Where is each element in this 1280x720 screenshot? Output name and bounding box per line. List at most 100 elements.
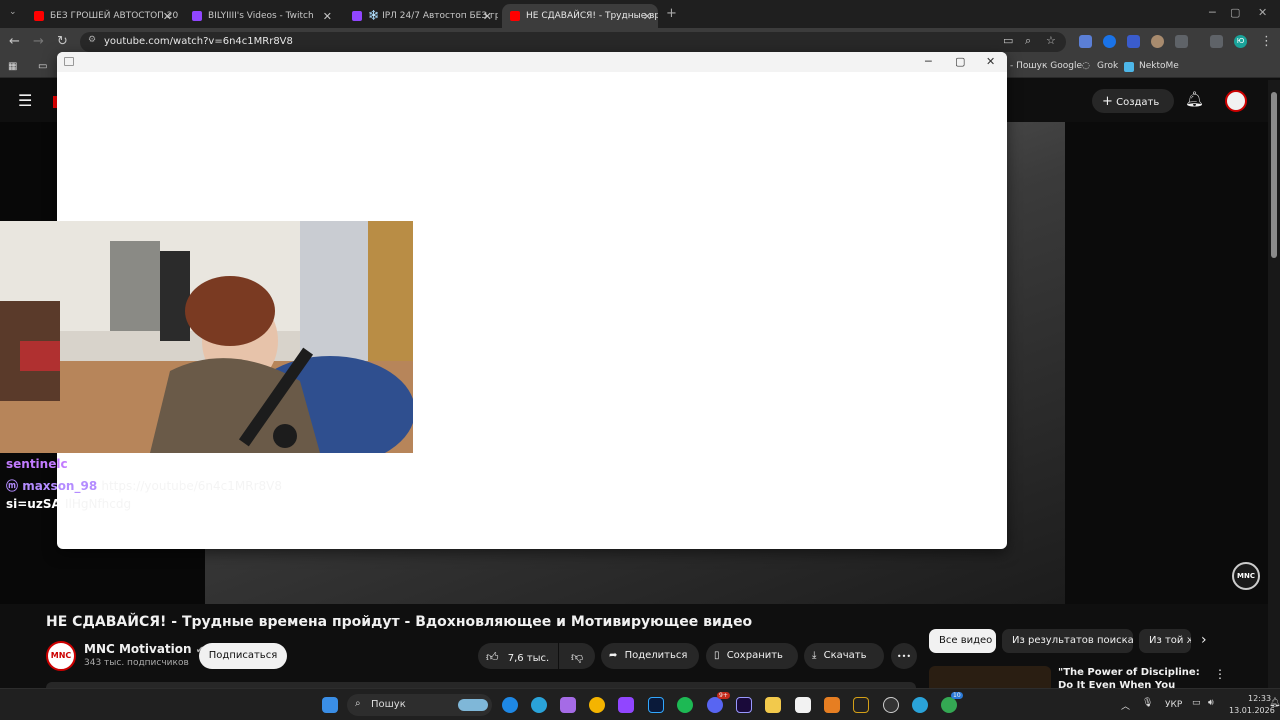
maximize-icon[interactable]: ▢ [955, 55, 965, 68]
youtube-icon [34, 11, 44, 21]
create-button[interactable]: + Создать [1092, 89, 1174, 113]
save-button[interactable]: ▯ Сохранить [706, 643, 798, 669]
browser-tab-1[interactable]: БЕЗ ГРОШЕЙ АВТОСТОП 2000 ✕ [26, 4, 178, 28]
url-text: youtube.com/watch?v=6n4c1MRr8V8 [104, 36, 293, 47]
profile-avatar[interactable]: Ю [1234, 35, 1247, 48]
share-label: Поделиться [624, 650, 688, 661]
close-icon[interactable]: ✕ [323, 10, 332, 23]
close-icon[interactable]: ✕ [643, 10, 652, 23]
extensions-puzzle-icon[interactable] [1175, 35, 1188, 48]
translate-extension-icon[interactable] [1079, 35, 1092, 48]
fl-studio-icon[interactable] [824, 697, 840, 713]
minimize-icon[interactable]: ─ [925, 55, 932, 68]
chip-all-videos[interactable]: Все видео [929, 629, 996, 653]
new-tab-button[interactable]: + [666, 6, 677, 21]
site-info-icon[interactable]: ⚙ [88, 35, 96, 45]
recommendation-menu-icon[interactable]: ⋮ [1214, 667, 1226, 681]
chrome-icon[interactable] [941, 697, 957, 713]
bookmark-nektome[interactable]: NektoMe [1139, 61, 1179, 71]
taskbar-search[interactable]: ⌕ Пошук [347, 694, 492, 716]
close-icon[interactable]: ✕ [986, 55, 995, 68]
telegram-icon[interactable] [531, 697, 547, 713]
channel-name[interactable]: MNC Motivation ✔ [84, 642, 204, 656]
page-scrollbar[interactable] [1268, 80, 1280, 688]
notifications-bell-icon[interactable]: 🔔︎ [1185, 90, 1204, 108]
bookmark-star-icon[interactable]: ☆ [1046, 34, 1056, 47]
telegram-badge: 10 [951, 692, 963, 699]
language-indicator[interactable]: УКР [1165, 700, 1182, 710]
address-bar[interactable]: ⚙ youtube.com/watch?v=6n4c1MRr8V8 [80, 32, 1066, 52]
forward-icon[interactable]: → [33, 34, 44, 49]
extension-icon[interactable] [1151, 35, 1164, 48]
browser-tab-2[interactable]: BILYIIII's Videos - Twitch ✕ [184, 4, 338, 28]
browser-tab-4-active[interactable]: НЕ СДАВАЙСЯ! - Трудные вре ✕ [502, 4, 658, 28]
reading-list-icon[interactable] [1210, 35, 1223, 48]
file-explorer-icon[interactable] [765, 697, 781, 713]
network-icon[interactable]: ▭ [1192, 698, 1201, 708]
download-button[interactable]: ⤓ Скачать [804, 643, 884, 669]
twitch-icon [352, 11, 362, 21]
edge-icon[interactable] [502, 697, 518, 713]
like-button[interactable]: 👍︎ 7,6 тыс. [478, 643, 558, 669]
reload-icon[interactable]: ↻ [57, 34, 68, 49]
extension-icon[interactable] [1103, 35, 1116, 48]
share-button[interactable]: ➦ Поделиться [601, 643, 699, 669]
app-icon[interactable] [853, 697, 869, 713]
discord-icon[interactable] [707, 697, 723, 713]
maximize-icon[interactable]: ▢ [1230, 6, 1240, 19]
scrollbar-thumb[interactable] [1271, 92, 1277, 258]
chrome-menu-icon[interactable]: ⋮ [1260, 34, 1273, 49]
tab-search-icon[interactable]: ⌄ [9, 7, 17, 17]
twitch-icon [192, 11, 202, 21]
clock-date[interactable]: 13.01.2026 [1229, 706, 1275, 715]
clock-time[interactable]: 12:33 [1248, 694, 1271, 703]
microphone-icon[interactable]: 🎙︎ [1142, 698, 1153, 708]
chip-same-channel[interactable]: Из той ж [1139, 629, 1191, 653]
notifications-icon[interactable]: 🔔︎ [1269, 698, 1280, 708]
premiere-icon[interactable] [736, 697, 752, 713]
telegram-icon[interactable] [912, 697, 928, 713]
back-icon[interactable]: ← [9, 34, 20, 49]
subscribe-button[interactable]: Подписаться [199, 643, 287, 669]
overlay-window-titlebar[interactable]: ─ ▢ ✕ [57, 52, 1007, 72]
channel-watermark[interactable]: MNC [1232, 562, 1260, 590]
channel-avatar[interactable]: MNC [46, 641, 76, 671]
notepad-icon[interactable] [795, 697, 811, 713]
folder-icon[interactable]: ▭ [38, 61, 47, 72]
dislike-button[interactable]: 👎︎ [559, 643, 595, 669]
zoom-icon[interactable]: ⌕ [1025, 34, 1031, 48]
start-menu-icon[interactable] [322, 697, 338, 713]
recommendation-thumbnail[interactable] [929, 666, 1051, 688]
twitch-icon[interactable] [618, 697, 634, 713]
hamburger-menu-icon[interactable]: ☰ [18, 91, 32, 110]
volume-icon[interactable]: 🔊︎ [1208, 698, 1214, 708]
chevron-right-icon[interactable]: › [1201, 632, 1207, 648]
youtube-icon [510, 11, 520, 21]
create-label: Создать [1116, 97, 1160, 108]
audio-extension-icon[interactable] [1127, 35, 1140, 48]
more-actions-button[interactable]: ••• [891, 643, 917, 669]
account-avatar[interactable] [1225, 90, 1247, 112]
close-icon[interactable]: ✕ [163, 10, 172, 23]
photoshop-icon[interactable] [648, 697, 664, 713]
spotify-icon[interactable] [677, 697, 693, 713]
close-icon[interactable]: ✕ [483, 10, 492, 23]
chrome-icon[interactable] [589, 697, 605, 713]
bookmark-google[interactable]: - Пошук Google [1010, 61, 1082, 71]
close-window-icon[interactable]: ✕ [1258, 6, 1267, 19]
obs-icon[interactable] [883, 697, 899, 713]
apps-icon[interactable]: ▦ [8, 61, 17, 72]
discord-badge: 9+ [717, 692, 730, 699]
browser-tab-3[interactable]: ❄️ ІРЛ 24/7 Автостоп БЕЗ гро ✕ [344, 4, 498, 28]
tab-title: ❄️ ІРЛ 24/7 Автостоп БЕЗ гро [368, 11, 498, 21]
tray-overflow-icon[interactable]: ︿ [1121, 699, 1130, 712]
thumbs-down-icon: 👎︎ [571, 650, 584, 664]
chip-from-search[interactable]: Из результатов поиска [1002, 629, 1133, 653]
copilot-icon[interactable] [560, 697, 576, 713]
bookmark-grok[interactable]: Grok [1097, 61, 1118, 71]
plus-icon: + [1102, 94, 1113, 109]
recommendation-title[interactable]: "The Power of Discipline: Do It Even Whe… [1058, 666, 1208, 688]
minimize-icon[interactable]: ─ [1209, 6, 1216, 19]
cast-icon[interactable]: ▭ [1003, 34, 1013, 47]
chat-message-2: ⓜ maxson_98 https://youtube/6n4c1MRr8V8 [6, 477, 282, 494]
